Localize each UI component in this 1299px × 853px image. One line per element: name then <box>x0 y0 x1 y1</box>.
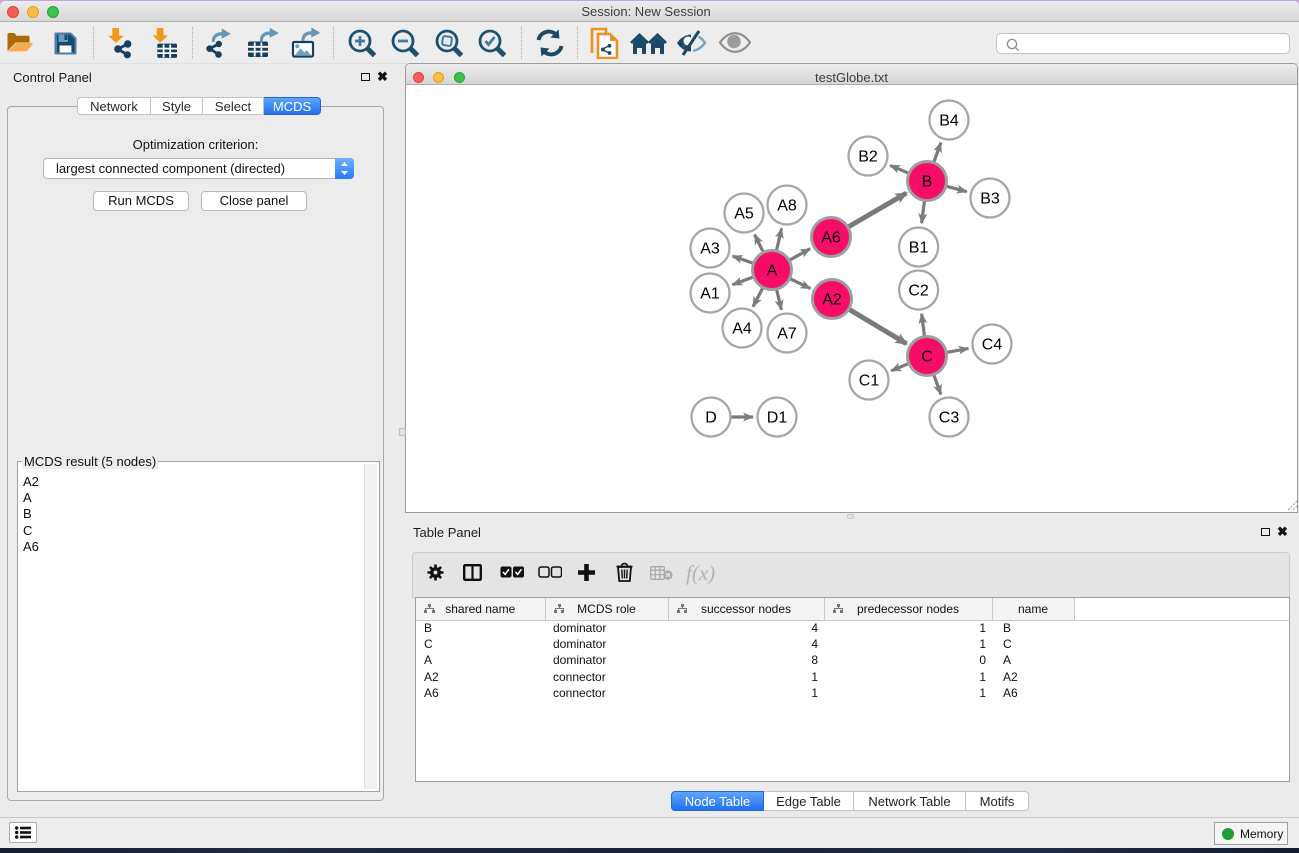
svg-text:C2: C2 <box>908 283 929 300</box>
svg-text:A1: A1 <box>700 286 720 303</box>
svg-text:D1: D1 <box>767 410 788 427</box>
svg-text:A6: A6 <box>821 230 841 247</box>
svg-text:A5: A5 <box>734 206 754 223</box>
svg-text:C3: C3 <box>939 410 960 427</box>
svg-text:B3: B3 <box>980 191 1000 208</box>
svg-text:B4: B4 <box>939 113 959 130</box>
svg-text:A7: A7 <box>777 326 797 343</box>
svg-text:C: C <box>921 349 933 366</box>
svg-text:A4: A4 <box>732 321 752 338</box>
svg-text:C1: C1 <box>859 373 880 390</box>
svg-text:A: A <box>767 263 778 280</box>
svg-text:A3: A3 <box>700 241 720 258</box>
svg-text:B1: B1 <box>909 240 929 257</box>
svg-text:A8: A8 <box>777 198 797 215</box>
svg-text:B: B <box>922 174 933 191</box>
svg-text:C4: C4 <box>982 337 1003 354</box>
svg-text:D: D <box>705 410 717 427</box>
svg-text:B2: B2 <box>858 149 878 166</box>
svg-text:A2: A2 <box>822 292 842 309</box>
